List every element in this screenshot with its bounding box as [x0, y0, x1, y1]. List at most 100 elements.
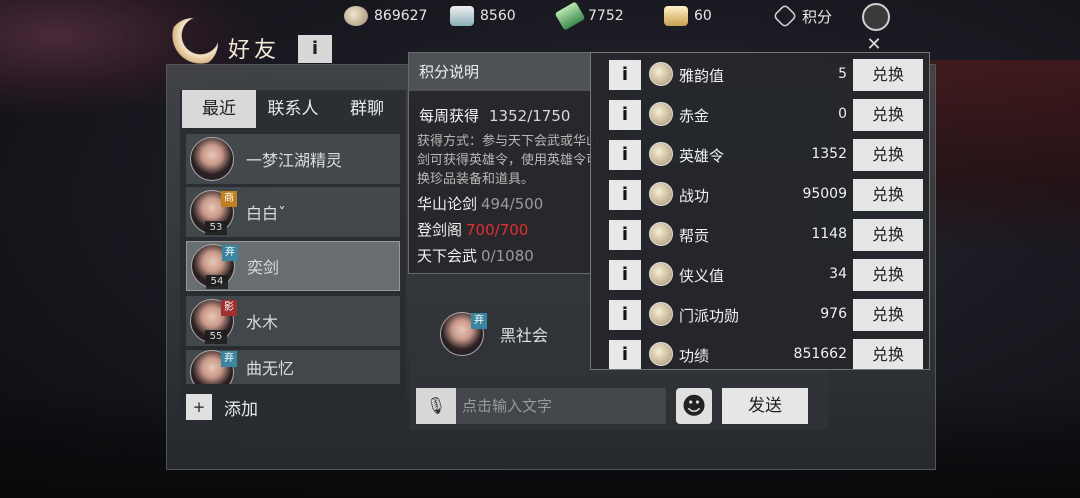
- contact-name: 白白ˇ: [246, 204, 287, 223]
- tab-group-chat[interactable]: 群聊: [330, 90, 404, 128]
- hero-token-icon: [649, 142, 673, 166]
- microphone-icon[interactable]: 🎙: [416, 388, 456, 424]
- info-button[interactable]: i: [609, 260, 641, 290]
- info-button[interactable]: i: [609, 100, 641, 130]
- send-button[interactable]: 发送: [722, 388, 808, 424]
- weekly-gain-label: 每周获得: [419, 107, 480, 125]
- chat-message: 弃 黑社会: [436, 312, 548, 356]
- contact-item[interactable]: 弃 曲无忆: [186, 350, 400, 384]
- add-friend-button[interactable]: + 添加: [186, 390, 400, 424]
- points-name: 功绩: [679, 347, 710, 365]
- exchange-button[interactable]: 兑换: [853, 299, 923, 331]
- coin-icon: [344, 6, 368, 26]
- points-row: i 英雄令 1352 兑换: [591, 135, 929, 175]
- points-name: 赤金: [679, 107, 710, 125]
- resource-gold-value: 60: [694, 8, 712, 24]
- points-value: 1148: [811, 226, 847, 242]
- contact-name: 水木: [246, 313, 279, 332]
- info-button[interactable]: i: [609, 60, 641, 90]
- guild-contribution-icon: [649, 222, 673, 246]
- avatar: 影 55: [190, 299, 237, 344]
- exchange-button[interactable]: 兑换: [853, 59, 923, 91]
- source-value: 0/1080: [481, 247, 534, 265]
- contact-badge: 影: [221, 300, 237, 316]
- contact-name: 奕剑: [247, 258, 280, 277]
- contact-item[interactable]: 商 53 白白ˇ: [186, 187, 400, 237]
- resource-silver: 8560: [450, 6, 516, 26]
- contact-name: 一梦江湖精灵: [246, 151, 343, 170]
- contact-badge: 商: [221, 191, 237, 207]
- friends-title: 好友: [228, 38, 281, 63]
- source-label: 华山论剑: [417, 195, 478, 213]
- points-row: i 赤金 0 兑换: [591, 95, 929, 135]
- points-value: 5: [838, 66, 847, 82]
- points-value: 851662: [793, 346, 847, 362]
- achievement-icon: [649, 342, 673, 366]
- emblem-icon[interactable]: [862, 3, 890, 31]
- battle-merit-icon: [649, 182, 673, 206]
- resource-jade: 7752: [554, 1, 624, 31]
- contact-badge: 弃: [221, 351, 237, 367]
- points-row: i 功绩 851662 兑换: [591, 335, 929, 369]
- info-button[interactable]: i: [609, 140, 641, 170]
- contact-item[interactable]: 影 55 水木: [186, 296, 400, 346]
- resource-gold: 60: [664, 6, 712, 26]
- avatar: [190, 137, 234, 181]
- moon-icon: [168, 18, 218, 68]
- jade-icon: [554, 1, 586, 31]
- points-name: 英雄令: [679, 147, 725, 165]
- source-value: 494/500: [481, 195, 544, 213]
- friends-tabs: 最近 联系人 群聊: [182, 90, 404, 128]
- tab-recent[interactable]: 最近: [182, 90, 256, 128]
- info-button[interactable]: i: [609, 340, 641, 369]
- info-button[interactable]: i: [609, 180, 641, 210]
- sender-avatar[interactable]: 弃: [440, 312, 487, 356]
- chat-input[interactable]: [456, 388, 666, 424]
- exchange-button[interactable]: 兑换: [853, 179, 923, 211]
- resource-coin-value: 869627: [374, 8, 428, 24]
- lotus-icon: [649, 62, 673, 86]
- points-value: 34: [829, 266, 847, 282]
- points-row: i 帮贡 1148 兑换: [591, 215, 929, 255]
- points-name: 帮贡: [679, 227, 710, 245]
- contact-item-selected[interactable]: 弃 54 奕剑: [186, 241, 400, 291]
- points-button-label: 积分: [802, 7, 833, 26]
- close-icon[interactable]: ✕: [862, 34, 886, 55]
- weekly-gain-value: 1352/1750: [489, 107, 571, 125]
- emoji-icon[interactable]: ☻: [676, 388, 712, 424]
- points-value: 1352: [811, 146, 847, 162]
- tab-contacts[interactable]: 联系人: [256, 90, 330, 128]
- chivalry-gourd-icon: [649, 262, 673, 286]
- points-name: 战功: [679, 187, 710, 205]
- contact-badge: 弃: [222, 245, 238, 261]
- chat-input-row: 🎙: [416, 388, 666, 424]
- info-button[interactable]: i: [609, 220, 641, 250]
- points-exchange-panel: i 雅韵值 5 兑换 i 赤金 0 兑换 i 英雄令 1352 兑换 i 战功 …: [590, 52, 930, 370]
- points-button[interactable]: 积分: [772, 3, 833, 29]
- info-button[interactable]: i: [609, 300, 641, 330]
- avatar: 弃: [190, 350, 237, 384]
- points-value: 0: [838, 106, 847, 122]
- exchange-button[interactable]: 兑换: [853, 339, 923, 369]
- points-name: 侠义值: [679, 267, 725, 285]
- resource-jade-value: 7752: [588, 8, 624, 24]
- sect-merit-icon: [649, 302, 673, 326]
- points-row: i 侠义值 34 兑换: [591, 255, 929, 295]
- contact-item[interactable]: 一梦江湖精灵: [186, 134, 400, 184]
- contact-level: 53: [205, 221, 227, 235]
- points-row: i 雅韵值 5 兑换: [591, 55, 929, 95]
- points-name: 门派功勋: [679, 307, 740, 325]
- friends-info-button[interactable]: i: [298, 35, 332, 63]
- exchange-button[interactable]: 兑换: [853, 139, 923, 171]
- exchange-button[interactable]: 兑换: [853, 259, 923, 291]
- exchange-button[interactable]: 兑换: [853, 219, 923, 251]
- resource-silver-value: 8560: [480, 8, 516, 24]
- contact-name: 曲无忆: [246, 359, 295, 378]
- contact-level: 55: [205, 330, 227, 344]
- gold-bars-icon: [649, 102, 673, 126]
- sender-name: 黑社会: [500, 326, 549, 345]
- points-value: 976: [820, 306, 847, 322]
- source-value: 700/700: [466, 221, 529, 239]
- exchange-button[interactable]: 兑换: [853, 99, 923, 131]
- source-label: 天下会武: [417, 247, 478, 265]
